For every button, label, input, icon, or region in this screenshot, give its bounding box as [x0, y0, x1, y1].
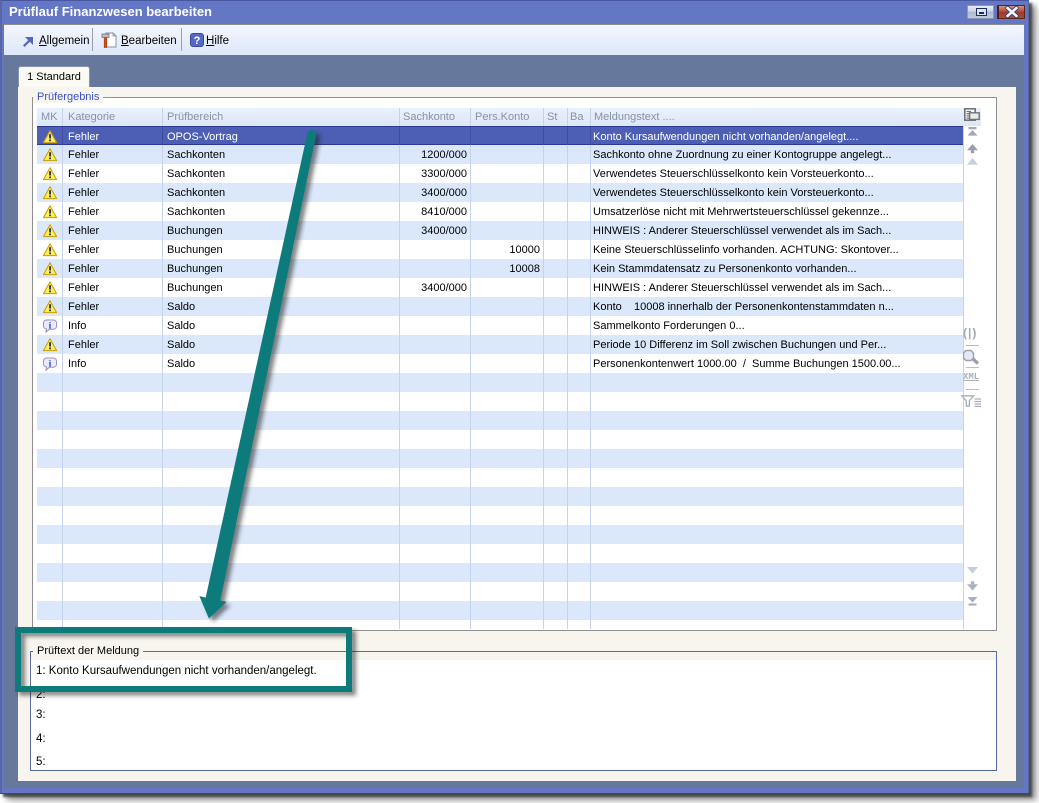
svg-text:i: i: [49, 321, 52, 331]
svg-text:?: ?: [193, 35, 200, 47]
svg-text:i: i: [49, 359, 52, 369]
